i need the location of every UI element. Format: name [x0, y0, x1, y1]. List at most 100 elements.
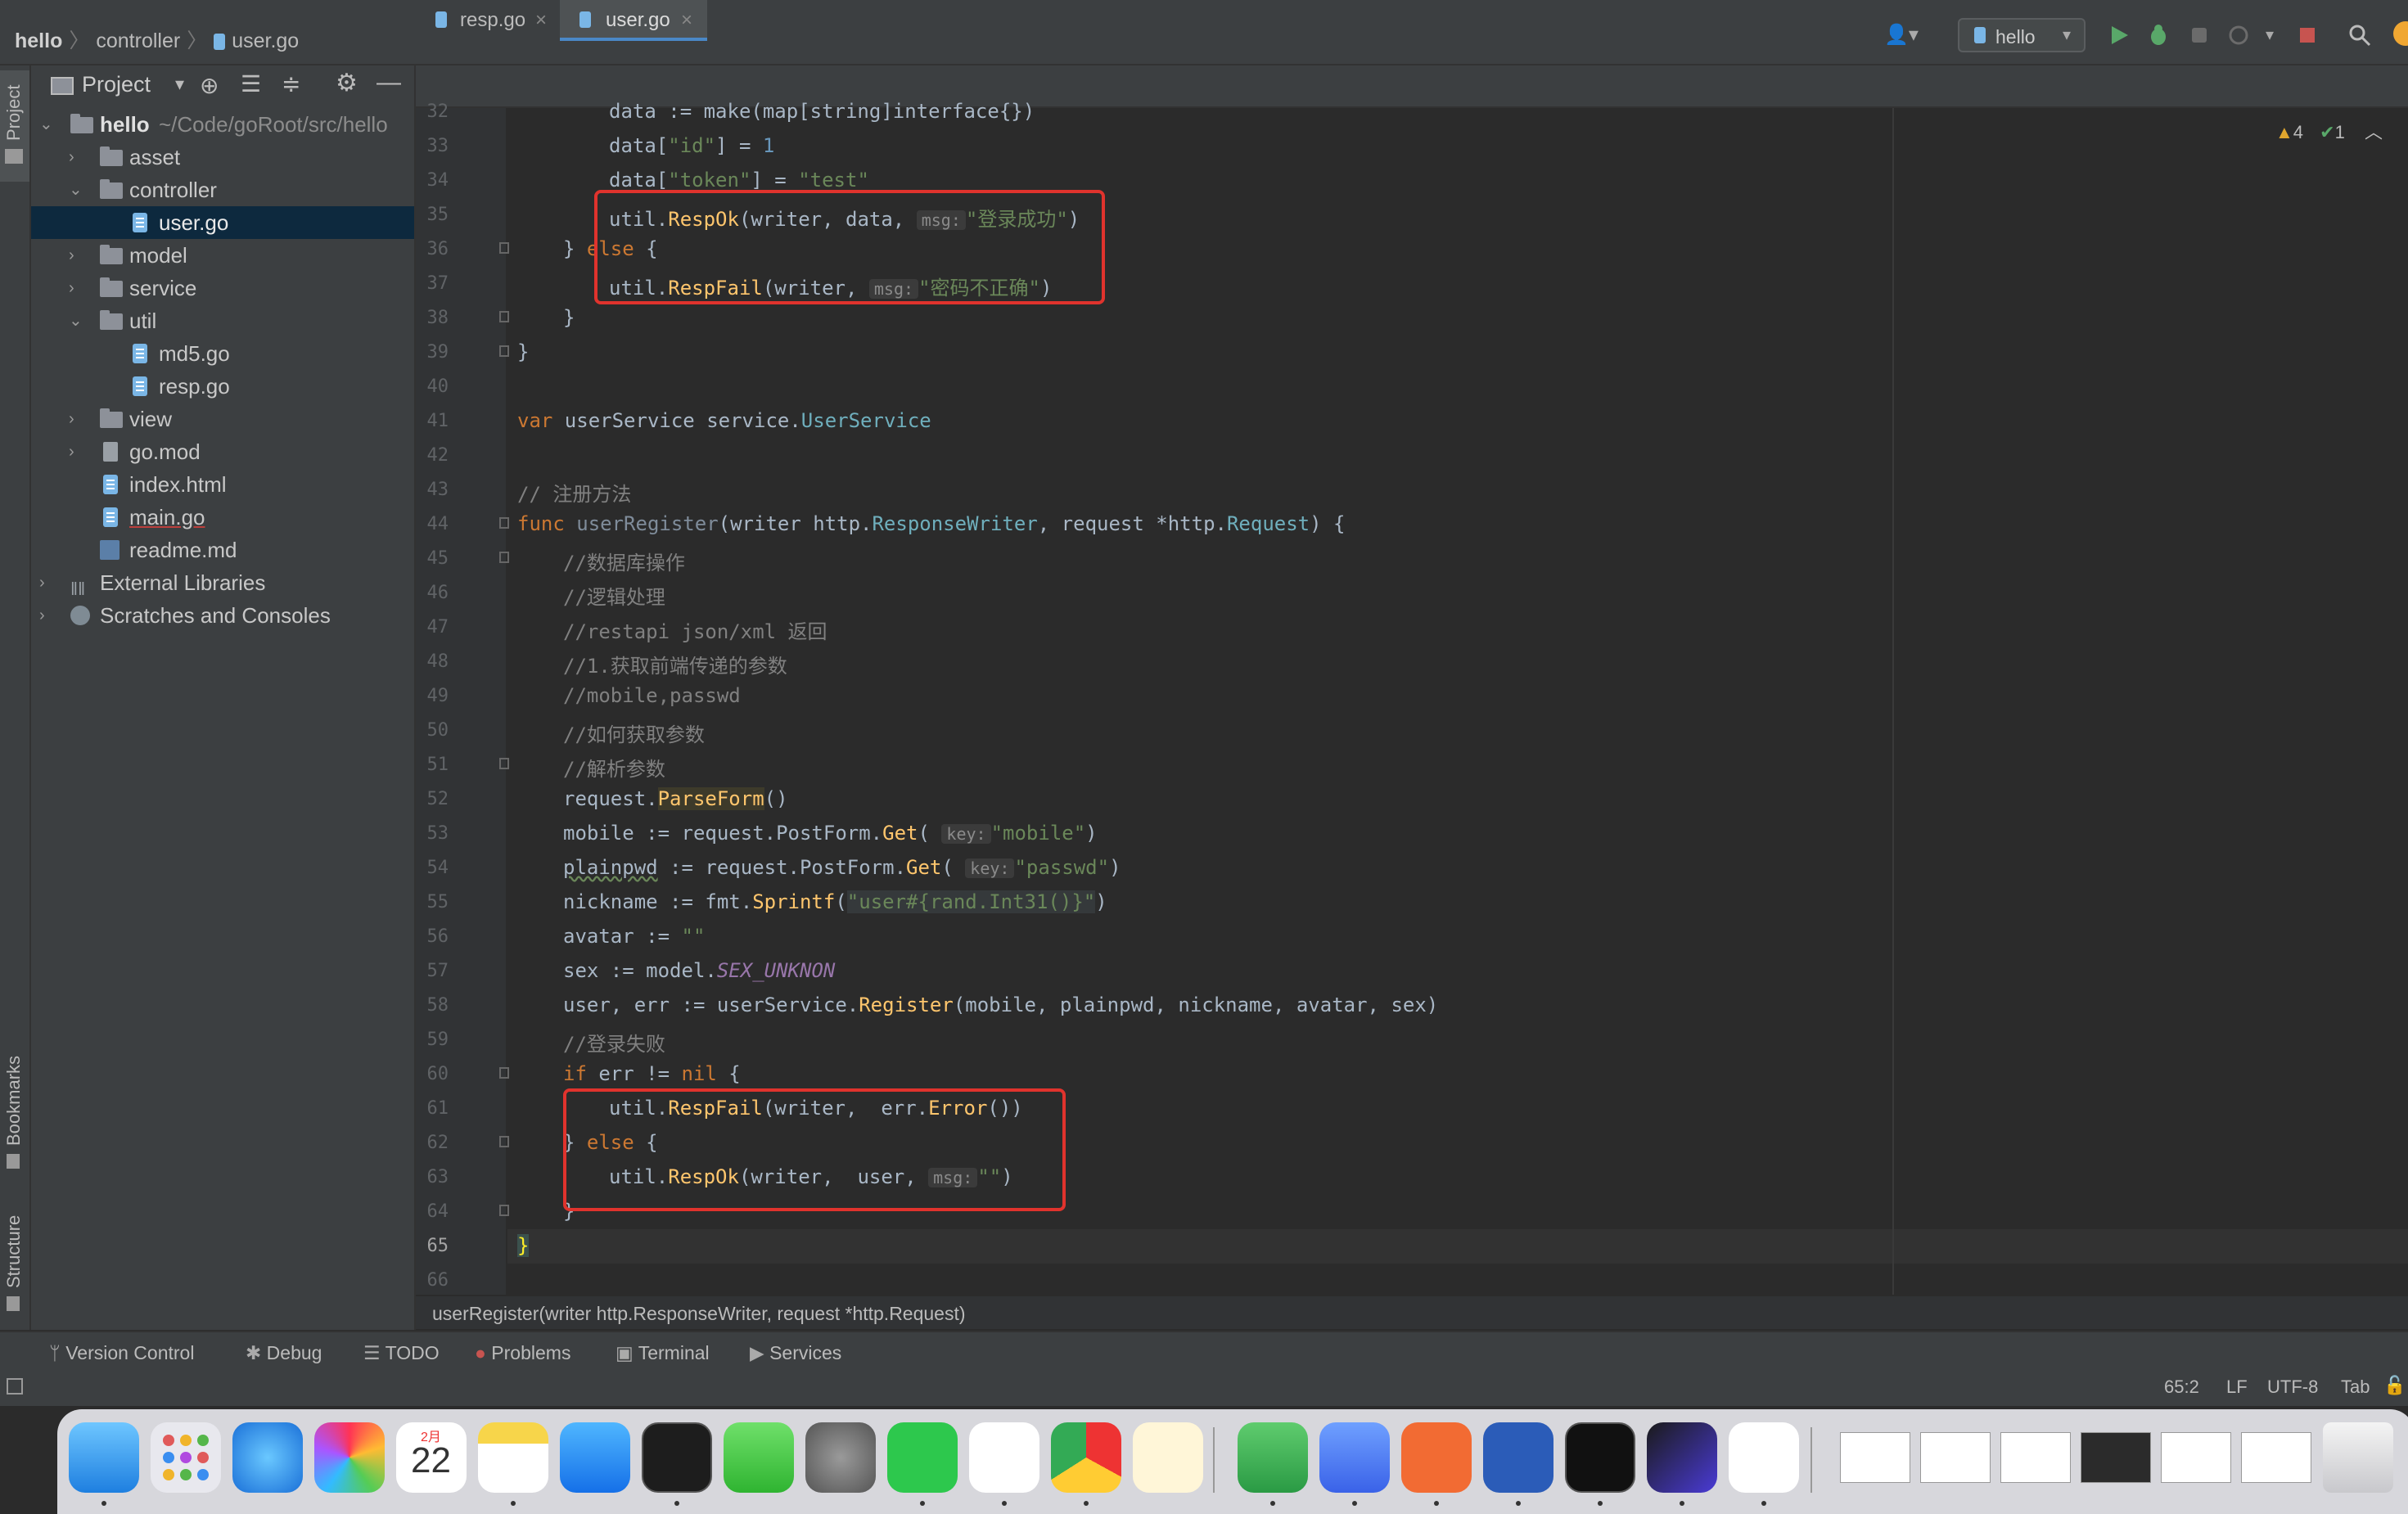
search-icon[interactable]: [2347, 23, 2372, 47]
fold-marker[interactable]: [499, 242, 509, 254]
problems-tool[interactable]: ● Problems: [475, 1342, 570, 1364]
tree-item-scratches[interactable]: › Scratches and Consoles: [31, 599, 414, 632]
cursor-position[interactable]: 65:2: [2164, 1377, 2199, 1398]
layout-icon[interactable]: [7, 1378, 23, 1395]
minimize-icon[interactable]: —: [377, 69, 401, 97]
chevron-right-icon[interactable]: ›: [69, 239, 85, 272]
tree-item-controller[interactable]: ⌄ controller: [31, 173, 414, 206]
file-encoding[interactable]: UTF-8: [2267, 1377, 2318, 1398]
project-panel-title[interactable]: Project: [82, 72, 151, 97]
fold-marker[interactable]: [499, 345, 509, 357]
photos-icon[interactable]: [314, 1422, 385, 1493]
tree-item-go-mod[interactable]: › go.mod: [31, 435, 414, 468]
tree-item-resp-go[interactable]: resp.go: [31, 370, 414, 403]
todo-tool[interactable]: ☰ TODO: [363, 1342, 440, 1364]
baidu-netdisk-icon[interactable]: [1729, 1422, 1799, 1493]
stop-icon[interactable]: [2295, 23, 2320, 47]
window-thumbnail[interactable]: [2241, 1432, 2311, 1483]
calendar-icon[interactable]: 2月 22: [396, 1422, 467, 1493]
window-thumbnail[interactable]: [1840, 1432, 1910, 1483]
chevron-down-icon[interactable]: ⌄: [69, 304, 85, 337]
indent-setting[interactable]: Tab: [2341, 1377, 2370, 1398]
breadcrumb-file[interactable]: user.go: [232, 29, 299, 52]
tree-item-external-libraries[interactable]: › ‖‖ External Libraries: [31, 566, 414, 599]
goland-icon[interactable]: [1647, 1422, 1717, 1493]
window-thumbnail[interactable]: [2161, 1432, 2231, 1483]
tree-item-user-go[interactable]: user.go: [31, 206, 414, 239]
editor-breadcrumb[interactable]: userRegister(writer http.ResponseWriter,…: [432, 1303, 966, 1325]
fold-marker[interactable]: [499, 517, 509, 529]
line-separator[interactable]: LF: [2226, 1377, 2248, 1398]
inspection-widget[interactable]: ▲4 ✔1 ︿: [2275, 118, 2383, 144]
wechat-icon[interactable]: [887, 1422, 958, 1493]
chevron-up-icon[interactable]: ︿: [2365, 122, 2383, 142]
tree-item-readme-md[interactable]: readme.md: [31, 534, 414, 566]
debug-icon[interactable]: [2146, 23, 2171, 47]
chrome-icon[interactable]: [1051, 1422, 1121, 1493]
close-icon[interactable]: ×: [535, 0, 547, 41]
tree-item-model[interactable]: › model: [31, 239, 414, 272]
pages-icon[interactable]: [1319, 1422, 1390, 1493]
breadcrumb-folder[interactable]: controller: [96, 29, 180, 52]
terminal-icon[interactable]: [642, 1422, 712, 1493]
numbers-icon[interactable]: [1238, 1422, 1308, 1493]
fold-marker[interactable]: [499, 1136, 509, 1147]
postman-icon[interactable]: [1401, 1422, 1472, 1493]
tree-item-index-html[interactable]: index.html: [31, 468, 414, 501]
chevron-right-icon[interactable]: ›: [69, 272, 85, 304]
chevron-right-icon[interactable]: ›: [69, 403, 85, 435]
safari-icon[interactable]: [232, 1422, 303, 1493]
trash-icon[interactable]: [2323, 1422, 2393, 1493]
chevron-right-icon[interactable]: ›: [39, 566, 56, 599]
terminal-tool[interactable]: ▣ Terminal: [616, 1342, 710, 1364]
app-store-icon[interactable]: [560, 1422, 630, 1493]
breadcrumb-project[interactable]: hello: [15, 29, 62, 52]
close-icon[interactable]: ×: [681, 0, 692, 41]
messages-icon[interactable]: [724, 1422, 794, 1493]
tree-item-asset[interactable]: › asset: [31, 141, 414, 173]
run-config-selector[interactable]: hello ▾: [1958, 18, 2086, 52]
tree-item-main-go[interactable]: main.go: [31, 501, 414, 534]
word-icon[interactable]: [1483, 1422, 1553, 1493]
tree-root-hello[interactable]: ⌄ hello ~/Code/goRoot/src/hello: [31, 108, 414, 141]
navicat-icon[interactable]: [1133, 1422, 1203, 1493]
services-tool[interactable]: ▶ Services: [750, 1342, 841, 1364]
profile-icon[interactable]: [2226, 23, 2251, 47]
launchpad-icon[interactable]: [151, 1422, 221, 1493]
chevron-right-icon[interactable]: ›: [69, 141, 85, 173]
structure-tool-label[interactable]: Structure: [3, 1215, 25, 1288]
fold-marker[interactable]: [499, 311, 509, 322]
expand-all-icon[interactable]: ☰: [241, 70, 261, 97]
version-control-tool[interactable]: ᛘ Version Control: [49, 1342, 194, 1364]
chevron-down-icon[interactable]: ⌄: [39, 108, 56, 141]
user-icon[interactable]: 👤▾: [1884, 23, 1919, 47]
window-thumbnail[interactable]: [1920, 1432, 1991, 1483]
tree-item-md5-go[interactable]: md5.go: [31, 337, 414, 370]
chevron-right-icon[interactable]: ›: [69, 435, 85, 468]
collapse-all-icon[interactable]: ≑: [282, 70, 300, 97]
chevron-down-icon[interactable]: ⌄: [69, 173, 85, 206]
bookmarks-tool-label[interactable]: Bookmarks: [3, 1056, 25, 1146]
qq-icon[interactable]: [969, 1422, 1039, 1493]
chevron-down-icon[interactable]: ▾: [175, 74, 184, 95]
chevron-down-icon[interactable]: ▾: [2266, 25, 2274, 45]
chevron-right-icon[interactable]: ›: [39, 599, 56, 632]
window-thumbnail[interactable]: [2000, 1432, 2071, 1483]
system-settings-icon[interactable]: [805, 1422, 876, 1493]
tree-item-util[interactable]: ⌄ util: [31, 304, 414, 337]
lock-icon[interactable]: 🔓: [2383, 1375, 2406, 1396]
run-icon[interactable]: [2107, 23, 2131, 47]
finder-icon[interactable]: [69, 1422, 139, 1493]
fold-marker[interactable]: [499, 1205, 509, 1216]
tree-item-view[interactable]: › view: [31, 403, 414, 435]
tree-item-service[interactable]: › service: [31, 272, 414, 304]
project-tool-label[interactable]: Project: [3, 85, 25, 141]
window-thumbnail[interactable]: [2081, 1432, 2151, 1483]
fold-marker[interactable]: [499, 1067, 509, 1079]
fold-marker[interactable]: [499, 552, 509, 563]
coverage-icon[interactable]: [2187, 23, 2212, 47]
debug-tool[interactable]: ✱ Debug: [246, 1342, 322, 1364]
tab-resp-go[interactable]: resp.go ×: [416, 0, 558, 41]
locate-icon[interactable]: ⊕: [200, 72, 219, 99]
tab-user-go[interactable]: user.go ×: [560, 0, 707, 41]
